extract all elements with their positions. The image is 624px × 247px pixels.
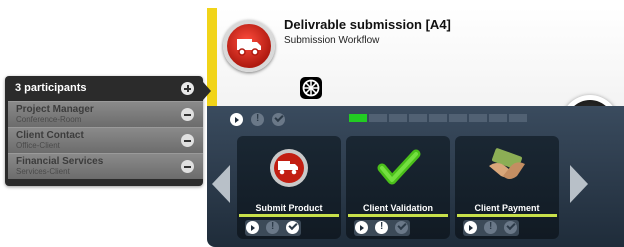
step-label: Client Payment bbox=[474, 203, 540, 213]
check-icon[interactable] bbox=[286, 221, 299, 234]
participant-row[interactable]: Project Manager Conference-Room bbox=[8, 101, 203, 127]
warning-icon[interactable] bbox=[484, 221, 497, 234]
remove-participant-button[interactable] bbox=[181, 160, 194, 173]
step-label: Submit Product bbox=[255, 203, 323, 213]
wheel-icon[interactable] bbox=[300, 77, 322, 99]
warning-icon[interactable] bbox=[375, 221, 388, 234]
step-card-client-payment[interactable]: Client Payment bbox=[455, 136, 559, 239]
add-participant-button[interactable] bbox=[181, 82, 194, 95]
workflow-subtitle: Submission Workflow bbox=[284, 35, 380, 46]
progress-segment bbox=[509, 114, 527, 122]
participants-header: 3 participants bbox=[5, 78, 197, 98]
checkmark-icon bbox=[346, 146, 450, 192]
step-controls bbox=[237, 220, 341, 236]
play-icon[interactable] bbox=[464, 221, 477, 234]
step-controls bbox=[455, 220, 559, 236]
participant-row[interactable]: Financial Services Services-Client bbox=[8, 153, 203, 179]
check-icon[interactable] bbox=[504, 221, 517, 234]
progress-segment bbox=[369, 114, 387, 122]
step-label: Client Validation bbox=[362, 203, 433, 213]
participant-role: Financial Services bbox=[16, 156, 104, 167]
workflow-title: Delivrable submission [A4] bbox=[284, 17, 451, 32]
progress-segment bbox=[489, 114, 507, 122]
remove-participant-button[interactable] bbox=[181, 134, 194, 147]
progress-segment bbox=[469, 114, 487, 122]
remove-participant-button[interactable] bbox=[181, 108, 194, 121]
warning-icon[interactable] bbox=[251, 113, 264, 126]
participant-detail: Office-Client bbox=[16, 141, 60, 150]
money-handshake-icon bbox=[455, 146, 559, 192]
progress-segment bbox=[409, 114, 427, 122]
step-underline bbox=[457, 214, 557, 217]
play-icon[interactable] bbox=[246, 221, 259, 234]
play-icon[interactable] bbox=[230, 113, 243, 126]
participants-pointer bbox=[203, 82, 211, 100]
next-step-arrow[interactable] bbox=[570, 165, 588, 203]
participant-detail: Services-Client bbox=[16, 167, 70, 176]
participants-count: 3 participants bbox=[15, 82, 87, 94]
truck-icon bbox=[223, 20, 275, 72]
previous-step-arrow[interactable] bbox=[212, 165, 230, 203]
step-underline bbox=[239, 214, 339, 217]
check-icon[interactable] bbox=[395, 221, 408, 234]
warning-icon[interactable] bbox=[266, 221, 279, 234]
progress-segment bbox=[349, 114, 367, 122]
participant-detail: Conference-Room bbox=[16, 115, 82, 124]
check-icon[interactable] bbox=[272, 113, 285, 126]
step-controls bbox=[346, 220, 450, 236]
progress-segment bbox=[429, 114, 447, 122]
truck-icon bbox=[237, 146, 341, 192]
step-card-submit-product[interactable]: Submit Product bbox=[237, 136, 341, 239]
participant-role: Client Contact bbox=[16, 130, 84, 141]
progress-segment bbox=[449, 114, 467, 122]
progress-segment bbox=[389, 114, 407, 122]
play-icon[interactable] bbox=[355, 221, 368, 234]
step-underline bbox=[348, 214, 448, 217]
participant-role: Project Manager bbox=[16, 104, 94, 115]
participant-row[interactable]: Client Contact Office-Client bbox=[8, 127, 203, 153]
step-card-client-validation[interactable]: Client Validation bbox=[346, 136, 450, 239]
